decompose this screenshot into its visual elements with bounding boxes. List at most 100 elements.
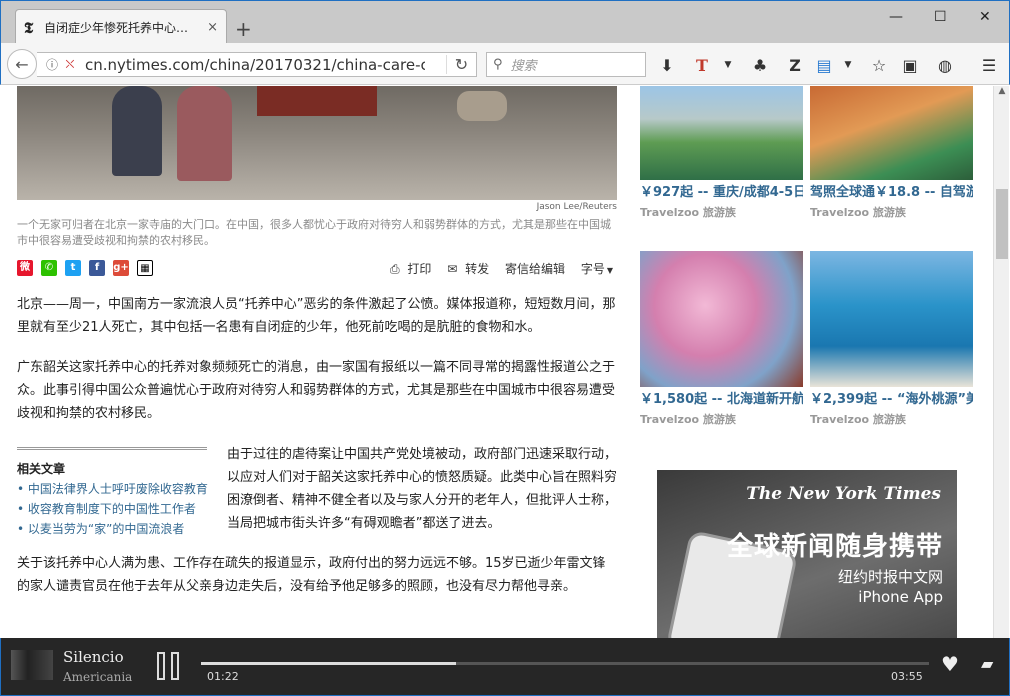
font-size-link[interactable]: 字号 bbox=[581, 262, 605, 276]
ad-source: Travelzoo 旅游族 bbox=[810, 206, 906, 219]
music-player: Silencio Americania 01:22 03:55 ♥ ▰ bbox=[0, 638, 1010, 696]
ad-headline: 全球新闻随身携带 bbox=[726, 532, 943, 562]
paragraph-4: 关于该托养中心人满为患、工作存在疏失的报道显示，政府付出的努力远远不够。15岁已… bbox=[17, 556, 606, 594]
related-link-text[interactable]: 中国法律界人士呼吁废除收容教育 bbox=[28, 482, 208, 496]
url-text[interactable]: cn.nytimes.com/china/20170321/china-care… bbox=[85, 56, 425, 74]
related-link[interactable]: • 收容教育制度下的中国性工作者 bbox=[17, 499, 207, 519]
print-icon[interactable]: ⎙ bbox=[390, 262, 400, 276]
album-art bbox=[11, 650, 53, 680]
wechat-icon[interactable]: ✆ bbox=[41, 260, 57, 276]
back-arrow-icon: ← bbox=[15, 54, 29, 74]
ad-tile[interactable]: ￥2,399起 -- “海外桃源”美娜多 6 天自由行 直飞… Travelzo… bbox=[810, 251, 973, 427]
progress-track[interactable] bbox=[201, 662, 929, 665]
related-link[interactable]: • 中国法律界人士呼吁废除收容教育 bbox=[17, 479, 208, 499]
ad-source: Travelzoo 旅游族 bbox=[810, 413, 906, 426]
ad-title[interactable]: 驾照全球通￥18.8 -- 自驾游遍全世界 *注册即享* bbox=[810, 184, 973, 202]
insecure-lock-icon[interactable]: ⛌ bbox=[61, 57, 79, 72]
info-icon[interactable]: ⓘ bbox=[43, 56, 61, 73]
photo-caption: 一个无家可归者在北京一家寺庙的大门口。在中国，很多人都忧心于政府对待穷人和弱势群… bbox=[17, 218, 611, 247]
weibo-icon[interactable]: 微 bbox=[17, 260, 33, 276]
qrcode-icon[interactable]: ▦ bbox=[137, 260, 153, 276]
related-heading: 相关文章 bbox=[17, 462, 66, 476]
nyt-favicon-icon: 𝕿 bbox=[24, 18, 34, 37]
back-button[interactable]: ← bbox=[7, 49, 37, 79]
maximize-button[interactable]: ☐ bbox=[934, 9, 947, 25]
tab-title: 自闭症少年惨死托养中心… bbox=[44, 21, 189, 35]
ad-image bbox=[640, 86, 803, 180]
pause-icon bbox=[171, 652, 179, 680]
dropdown-icon[interactable]: ▼ bbox=[717, 60, 739, 70]
browser-window: 𝕿 自闭症少年惨死托养中心… × + — ☐ ✕ ← ⓘ ⛌ cn.nytime… bbox=[0, 0, 1010, 696]
ad-tile[interactable]: 驾照全球通￥18.8 -- 自驾游遍全世界 *注册即享* Travelzoo 旅… bbox=[810, 86, 973, 220]
ad-subline: 纽约时报中文网 bbox=[837, 568, 943, 586]
evernote-icon[interactable]: ♣ bbox=[749, 56, 771, 75]
song-title: Silencio bbox=[63, 648, 124, 666]
progress-fill bbox=[201, 662, 456, 665]
tab-close-icon[interactable]: × bbox=[207, 20, 218, 35]
ad-source: Travelzoo 旅游族 bbox=[640, 413, 736, 426]
ad-image bbox=[810, 86, 973, 180]
scroll-thumb[interactable] bbox=[996, 189, 1008, 259]
dropdown-icon[interactable]: ▼ bbox=[837, 60, 859, 70]
download-icon[interactable]: ⬇ bbox=[656, 56, 678, 75]
paragraph-2: 广东韶关这家托养中心的托养对象频频死亡的消息，由一家国有报纸以一篇不同寻常的揭露… bbox=[17, 360, 616, 421]
ad-tile[interactable]: ￥1,580起 -- 北海道新开航特价！直飞往返札幌 … Travelzoo 旅… bbox=[640, 251, 803, 427]
total-time: 03:55 bbox=[891, 670, 923, 683]
related-link[interactable]: • 以麦当劳为“家”的中国流浪者 bbox=[17, 519, 207, 539]
chevron-down-icon[interactable]: ▼ bbox=[607, 266, 613, 275]
vertical-scrollbar[interactable]: ▲ bbox=[993, 86, 1009, 638]
share-bar: 微 ✆ t f g+ ▦ ⎙ 打印 ✉ 转发 寄信给编辑 字号 ▼ bbox=[17, 260, 617, 278]
page-content: Jason Lee/Reuters 一个无家可归者在北京一家寺庙的大门口。在中国… bbox=[1, 86, 993, 638]
nyt-app-ad[interactable]: The New York Times 全球新闻随身携带 纽约时报中文网 iPho… bbox=[657, 470, 957, 638]
nyt-logo: The New York Times bbox=[746, 484, 941, 504]
ad-image bbox=[810, 251, 973, 387]
article-actions: ⎙ 打印 ✉ 转发 寄信给编辑 字号 ▼ bbox=[378, 260, 613, 277]
ad-title[interactable]: ￥1,580起 -- 北海道新开航特价！直飞往返札幌 … bbox=[640, 391, 803, 409]
forward-link[interactable]: 转发 bbox=[465, 262, 489, 276]
ad-image bbox=[640, 251, 803, 387]
bookmark-star-icon[interactable]: ☆ bbox=[868, 56, 890, 75]
current-time: 01:22 bbox=[207, 670, 239, 683]
ad-title[interactable]: ￥2,399起 -- “海外桃源”美娜多 6 天自由行 直飞… bbox=[810, 391, 973, 409]
google-plus-icon[interactable]: g+ bbox=[113, 260, 129, 276]
letter-editor-link[interactable]: 寄信给编辑 bbox=[505, 262, 565, 276]
scroll-up-icon[interactable]: ▲ bbox=[994, 86, 1010, 96]
pause-button[interactable] bbox=[157, 652, 181, 680]
menu-icon[interactable]: ☰ bbox=[978, 56, 1000, 75]
url-bar[interactable]: ⓘ ⛌ cn.nytimes.com/china/20170321/china-… bbox=[37, 52, 477, 77]
search-input[interactable]: ⚲ 搜索 bbox=[486, 52, 646, 77]
paragraph-3: 由于过往的虐待案让中国共产党处境被动，政府部门迅速采取行动，以应对人们对于韶关这… bbox=[227, 447, 618, 531]
reader-icon[interactable]: ▤ bbox=[813, 56, 835, 75]
print-link[interactable]: 打印 bbox=[407, 262, 431, 276]
reading-list-icon[interactable]: ▣ bbox=[899, 56, 921, 75]
related-link-text[interactable]: 收容教育制度下的中国性工作者 bbox=[28, 502, 196, 516]
tab-bar: 𝕿 自闭症少年惨死托养中心… × + — ☐ ✕ bbox=[0, 0, 1010, 45]
mail-icon[interactable]: ✉ bbox=[447, 262, 457, 276]
pause-icon bbox=[157, 652, 165, 680]
tab-article[interactable]: 𝕿 自闭症少年惨死托养中心… × bbox=[15, 9, 227, 45]
t-icon[interactable]: T bbox=[691, 56, 713, 75]
reload-icon[interactable]: ↻ bbox=[446, 55, 476, 74]
artist-name: Americania bbox=[63, 670, 133, 684]
heart-icon[interactable]: ♥ bbox=[941, 652, 959, 676]
article-photo bbox=[17, 86, 617, 200]
globe-icon[interactable]: ◍ bbox=[934, 56, 956, 75]
twitter-icon[interactable]: t bbox=[65, 260, 81, 276]
ad-title[interactable]: ￥927起 -- 重庆/成都4-5日自由行 住索菲特/凯宾… bbox=[640, 184, 803, 202]
search-icon: ⚲ bbox=[493, 57, 503, 72]
new-tab-button[interactable]: + bbox=[235, 17, 252, 41]
nav-bar: ← ⓘ ⛌ cn.nytimes.com/china/20170321/chin… bbox=[0, 43, 1010, 85]
facebook-icon[interactable]: f bbox=[89, 260, 105, 276]
photo-credit: Jason Lee/Reuters bbox=[536, 202, 617, 212]
search-placeholder: 搜索 bbox=[510, 59, 537, 74]
zotero-icon[interactable]: Z bbox=[784, 56, 806, 75]
related-link-text[interactable]: 以麦当劳为“家”的中国流浪者 bbox=[28, 522, 184, 536]
ad-app-label: iPhone App bbox=[858, 588, 943, 606]
ad-tile[interactable]: ￥927起 -- 重庆/成都4-5日自由行 住索菲特/凯宾… Travelzoo… bbox=[640, 86, 803, 220]
related-articles: 相关文章 • 中国法律界人士呼吁废除收容教育 • 收容教育制度下的中国性工作者 … bbox=[17, 447, 208, 539]
minimize-button[interactable]: — bbox=[889, 9, 903, 25]
ad-source: Travelzoo 旅游族 bbox=[640, 206, 736, 219]
paragraph-1: 北京——周一，中国南方一家流浪人员“托养中心”恶劣的条件激起了公愤。媒体报道称，… bbox=[17, 297, 616, 335]
chat-icon[interactable]: ▰ bbox=[981, 654, 993, 673]
close-window-button[interactable]: ✕ bbox=[979, 9, 991, 25]
